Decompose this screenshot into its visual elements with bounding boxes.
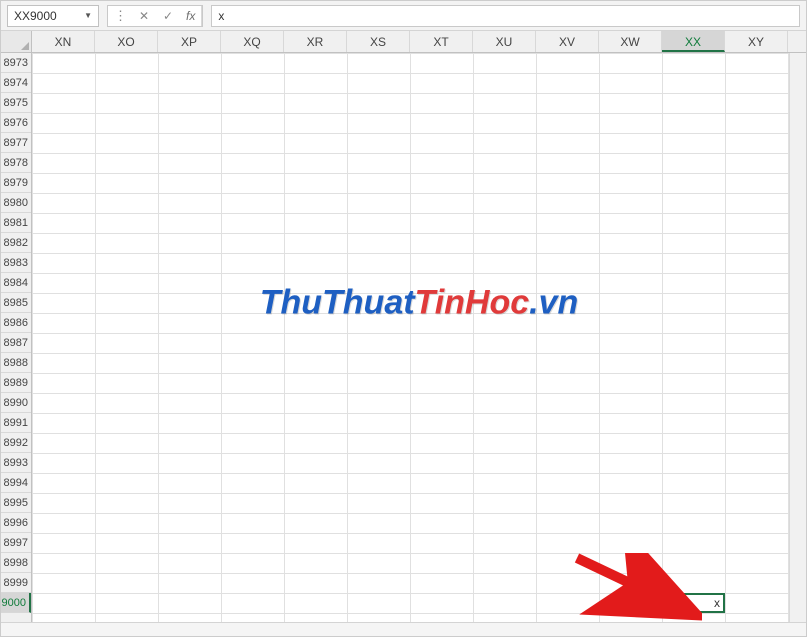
select-all-corner[interactable] — [1, 31, 32, 52]
row-header[interactable]: 8988 — [1, 353, 31, 373]
fx-label[interactable]: fx — [180, 6, 202, 26]
row-header[interactable]: 8979 — [1, 173, 31, 193]
column-headers: XNXOXPXQXRXSXTXUXVXWXXXY — [1, 31, 806, 53]
column-header[interactable]: XS — [347, 31, 410, 52]
column-header[interactable]: XN — [32, 31, 95, 52]
column-header[interactable]: XR — [284, 31, 347, 52]
column-header[interactable]: XY — [725, 31, 788, 52]
active-cell-value: x — [714, 596, 720, 610]
row-header[interactable]: 8996 — [1, 513, 31, 533]
row-header[interactable]: 8986 — [1, 313, 31, 333]
vertical-scrollbar[interactable] — [789, 53, 806, 622]
row-header[interactable]: 8992 — [1, 433, 31, 453]
row-header[interactable]: 8983 — [1, 253, 31, 273]
row-header[interactable]: 8997 — [1, 533, 31, 553]
chevron-down-icon: ▼ — [84, 11, 92, 20]
row-header[interactable]: 8985 — [1, 293, 31, 313]
row-header[interactable]: 8981 — [1, 213, 31, 233]
cancel-icon[interactable]: ✕ — [132, 6, 156, 26]
row-header[interactable]: 9000 — [1, 593, 31, 613]
column-header[interactable]: XW — [599, 31, 662, 52]
name-box-value: XX9000 — [14, 9, 57, 23]
column-header[interactable]: XP — [158, 31, 221, 52]
row-header[interactable]: 8976 — [1, 113, 31, 133]
sheet-tab-strip[interactable] — [1, 622, 806, 636]
row-header[interactable]: 8984 — [1, 273, 31, 293]
row-header[interactable]: 8989 — [1, 373, 31, 393]
row-header[interactable]: 8982 — [1, 233, 31, 253]
row-header[interactable]: 8998 — [1, 553, 31, 573]
name-box[interactable]: XX9000 ▼ — [7, 5, 99, 27]
row-header[interactable]: 8977 — [1, 133, 31, 153]
formula-input[interactable]: x — [211, 5, 800, 27]
row-header[interactable]: 8975 — [1, 93, 31, 113]
formula-bar: XX9000 ▼ ⋮ ✕ ✓ fx x — [1, 1, 806, 31]
active-cell[interactable]: x — [662, 593, 725, 613]
gridlines — [32, 53, 806, 622]
column-header[interactable]: XT — [410, 31, 473, 52]
row-header[interactable]: 8987 — [1, 333, 31, 353]
column-header[interactable]: XQ — [221, 31, 284, 52]
cell-area[interactable]: ThuThuatTinHoc.vn x — [32, 53, 806, 622]
row-header[interactable]: 8991 — [1, 413, 31, 433]
column-header[interactable]: XU — [473, 31, 536, 52]
formula-value: x — [218, 9, 224, 23]
row-headers: 8973897489758976897789788979898089818982… — [1, 53, 32, 622]
row-header[interactable]: 8978 — [1, 153, 31, 173]
row-header[interactable]: 8995 — [1, 493, 31, 513]
function-dropdown-icon[interactable]: ⋮ — [108, 6, 132, 26]
row-header[interactable]: 8993 — [1, 453, 31, 473]
column-header[interactable]: XV — [536, 31, 599, 52]
formula-bar-buttons: ⋮ ✕ ✓ fx — [107, 5, 203, 27]
column-header[interactable]: XO — [95, 31, 158, 52]
row-header[interactable]: 8994 — [1, 473, 31, 493]
spreadsheet-grid: XNXOXPXQXRXSXTXUXVXWXXXY 897389748975897… — [1, 31, 806, 622]
row-header[interactable]: 8980 — [1, 193, 31, 213]
row-header[interactable]: 8990 — [1, 393, 31, 413]
row-header[interactable]: 8974 — [1, 73, 31, 93]
row-header[interactable]: 8973 — [1, 53, 31, 73]
enter-icon[interactable]: ✓ — [156, 6, 180, 26]
column-header[interactable]: XX — [662, 31, 725, 52]
row-header[interactable]: 8999 — [1, 573, 31, 593]
